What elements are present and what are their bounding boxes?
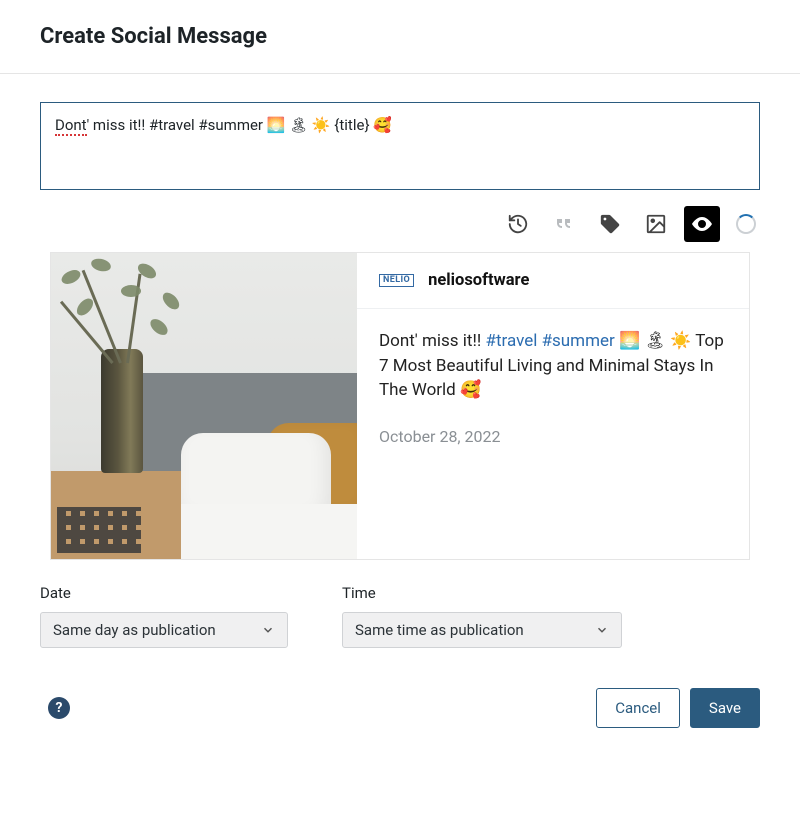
- cancel-button[interactable]: Cancel: [596, 688, 680, 728]
- modal-title: Create Social Message: [40, 24, 760, 49]
- preview-image: [51, 253, 357, 559]
- loading-spinner-icon: [736, 214, 756, 234]
- time-field: Time Same time as publication: [342, 584, 622, 648]
- spell-error: Dont: [55, 116, 87, 136]
- save-button[interactable]: Save: [690, 688, 760, 728]
- message-text-rest: ' miss it!! #travel #summer 🌅 🏝 ☀️ {titl…: [87, 116, 392, 134]
- history-icon[interactable]: [500, 206, 536, 242]
- editor-toolbar: [40, 206, 760, 242]
- tag-icon[interactable]: [592, 206, 628, 242]
- chevron-down-icon: [595, 623, 609, 637]
- preview-content: NELIO neliosoftware Dont' miss it!! #tra…: [357, 253, 749, 559]
- quote-icon[interactable]: [546, 206, 582, 242]
- message-textarea[interactable]: Dont' miss it!! #travel #summer 🌅 🏝 ☀️ {…: [40, 102, 760, 190]
- preview-username: neliosoftware: [428, 271, 529, 290]
- date-field: Date Same day as publication: [40, 584, 288, 648]
- time-value: Same time as publication: [355, 621, 524, 639]
- eye-icon[interactable]: [684, 206, 720, 242]
- date-value: Same day as publication: [53, 621, 216, 639]
- date-select[interactable]: Same day as publication: [40, 612, 288, 648]
- preview-message: Dont' miss it!! #travel #summer 🌅 🏝 ☀️ T…: [357, 309, 749, 423]
- preview-emojis: 🌅 🏝 ☀️: [615, 331, 695, 351]
- schedule-fields: Date Same day as publication Time Same t…: [40, 584, 760, 648]
- date-label: Date: [40, 584, 288, 602]
- social-preview: NELIO neliosoftware Dont' miss it!! #tra…: [50, 252, 750, 560]
- preview-date: October 28, 2022: [357, 423, 749, 468]
- brand-logo: NELIO: [379, 274, 414, 287]
- help-icon[interactable]: ?: [48, 697, 70, 719]
- help-glyph: ?: [56, 700, 63, 716]
- time-select[interactable]: Same time as publication: [342, 612, 622, 648]
- modal-body: Dont' miss it!! #travel #summer 🌅 🏝 ☀️ {…: [0, 74, 800, 648]
- modal-footer: ? Cancel Save: [0, 648, 800, 756]
- preview-text-prefix: Dont' miss it!!: [379, 331, 485, 351]
- hashtag-link[interactable]: #summer: [542, 331, 615, 351]
- modal-header: Create Social Message: [0, 0, 800, 74]
- image-icon[interactable]: [638, 206, 674, 242]
- preview-header: NELIO neliosoftware: [357, 253, 749, 309]
- chevron-down-icon: [261, 623, 275, 637]
- time-label: Time: [342, 584, 622, 602]
- hashtag-link[interactable]: #travel: [485, 331, 537, 351]
